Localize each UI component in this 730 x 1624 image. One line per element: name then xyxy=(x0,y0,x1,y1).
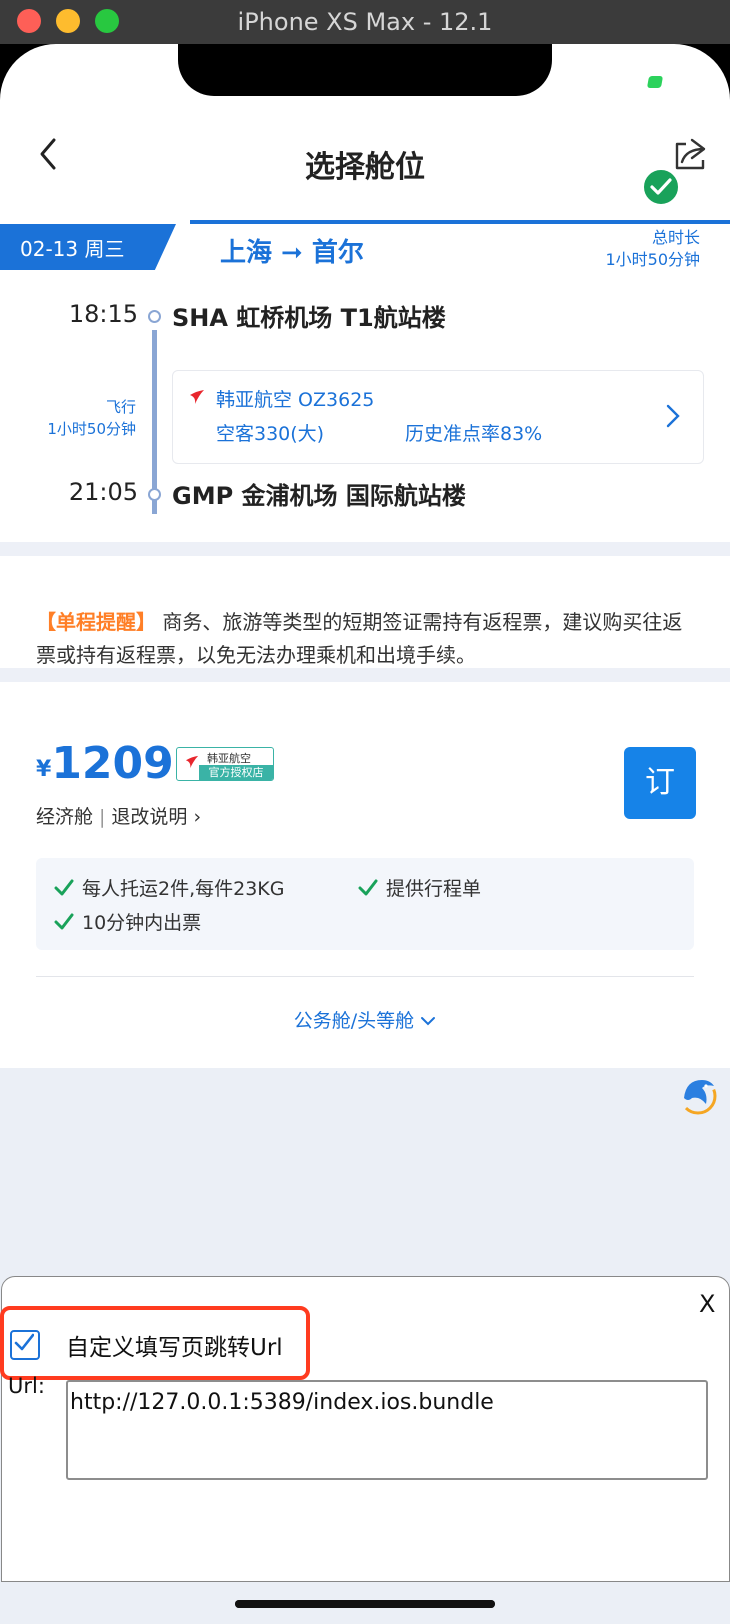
feature-baggage: 每人托运2件,每件23KG xyxy=(82,878,285,900)
total-duration-label: 总时长 xyxy=(651,228,700,247)
custom-url-checkbox[interactable] xyxy=(10,1330,40,1360)
official-store-badge: 韩亚航空 官方授权店 xyxy=(176,747,274,781)
dolphin-mascot-icon[interactable] xyxy=(676,1072,720,1116)
share-icon xyxy=(675,138,706,170)
timeline-dot-arrive xyxy=(148,488,161,501)
chevron-right-icon xyxy=(666,404,680,428)
check-icon xyxy=(358,879,378,896)
currency-symbol: ¥ xyxy=(36,757,52,782)
total-duration-value: 1小时50分钟 xyxy=(605,250,700,269)
feature-ticketing: 10分钟内出票 xyxy=(82,912,202,934)
refund-rules-link[interactable]: 退改说明 xyxy=(111,806,187,828)
price: ¥1209 xyxy=(36,738,174,789)
route-cities: 上海 ➞ 首尔 xyxy=(220,238,364,268)
url-input[interactable]: http://127.0.0.1:5389/index.ios.bundle xyxy=(66,1380,708,1480)
more-cabins-toggle[interactable]: 公务舱/头等舱 xyxy=(0,1006,730,1033)
url-label: Url: xyxy=(8,1374,45,1398)
check-icon xyxy=(54,913,74,930)
price-amount: 1209 xyxy=(51,738,174,789)
feature-itinerary: 提供行程单 xyxy=(386,878,482,900)
chevron-down-icon xyxy=(421,1017,436,1026)
one-way-notice: 【单程提醒】 商务、旅游等类型的短期签证需持有返程票，建议购买往返票或持有返程票… xyxy=(36,606,702,672)
flight-date: 02-13 周三 xyxy=(20,237,125,261)
chevron-right-icon: › xyxy=(187,806,202,828)
arrive-airport: GMP 金浦机场 国际航站楼 xyxy=(172,482,466,510)
simulator-titlebar: iPhone XS Max - 12.1 xyxy=(0,0,730,44)
fly-duration: 1小时50分钟 xyxy=(47,420,136,438)
separator: | xyxy=(99,806,106,828)
cabin-class: 经济舱 xyxy=(36,806,94,828)
check-circle-icon xyxy=(642,168,680,206)
custom-url-checkbox-label[interactable]: 自定义填写页跳转Url xyxy=(66,1328,283,1362)
airline-logo-icon xyxy=(190,390,204,404)
notice-tag: 【单程提醒】 xyxy=(36,610,156,634)
badge-store-label: 官方授权店 xyxy=(199,765,273,780)
book-button[interactable]: 订 xyxy=(624,747,696,819)
divider xyxy=(36,976,694,977)
section-divider xyxy=(0,668,730,682)
airline-logo-icon xyxy=(185,755,199,769)
fly-label: 飞行 xyxy=(105,398,136,416)
status-indicator-icon xyxy=(646,76,664,88)
more-cabins-label: 公务舱/头等舱 xyxy=(293,1010,415,1032)
on-time-rate: 历史准点率83% xyxy=(405,423,543,445)
home-indicator[interactable] xyxy=(235,1600,495,1608)
timeline-bar xyxy=(152,330,157,514)
route-header: 02-13 周三 上海 ➞ 首尔 总时长 1小时50分钟 xyxy=(0,220,730,270)
cabin-row: 经济舱 | 退改说明 › xyxy=(36,802,201,829)
features-box: 每人托运2件,每件23KG 提供行程单 10分钟内出票 xyxy=(36,858,694,950)
aircraft-type: 空客330(大) xyxy=(216,423,325,445)
depart-airport: SHA 虹桥机场 T1航站楼 xyxy=(172,304,446,332)
arrive-time: 21:05 xyxy=(68,478,138,506)
page-title: 选择舱位 xyxy=(305,150,425,185)
airline-flight-number: 韩亚航空 OZ3625 xyxy=(216,389,375,411)
badge-airline-name: 韩亚航空 xyxy=(207,752,251,765)
route-line xyxy=(190,220,730,224)
timeline-dot-depart xyxy=(148,310,161,323)
check-icon xyxy=(54,879,74,896)
checkmark-icon xyxy=(14,1333,34,1351)
simulator-title: iPhone XS Max - 12.1 xyxy=(237,8,493,36)
depart-time: 18:15 xyxy=(68,300,138,328)
share-button[interactable] xyxy=(672,136,708,172)
section-divider xyxy=(0,542,730,556)
flight-info-card[interactable]: 韩亚航空 OZ3625 空客330(大) 历史准点率83% xyxy=(172,370,704,464)
close-panel-button[interactable]: X xyxy=(699,1290,715,1318)
device-notch xyxy=(178,44,552,96)
